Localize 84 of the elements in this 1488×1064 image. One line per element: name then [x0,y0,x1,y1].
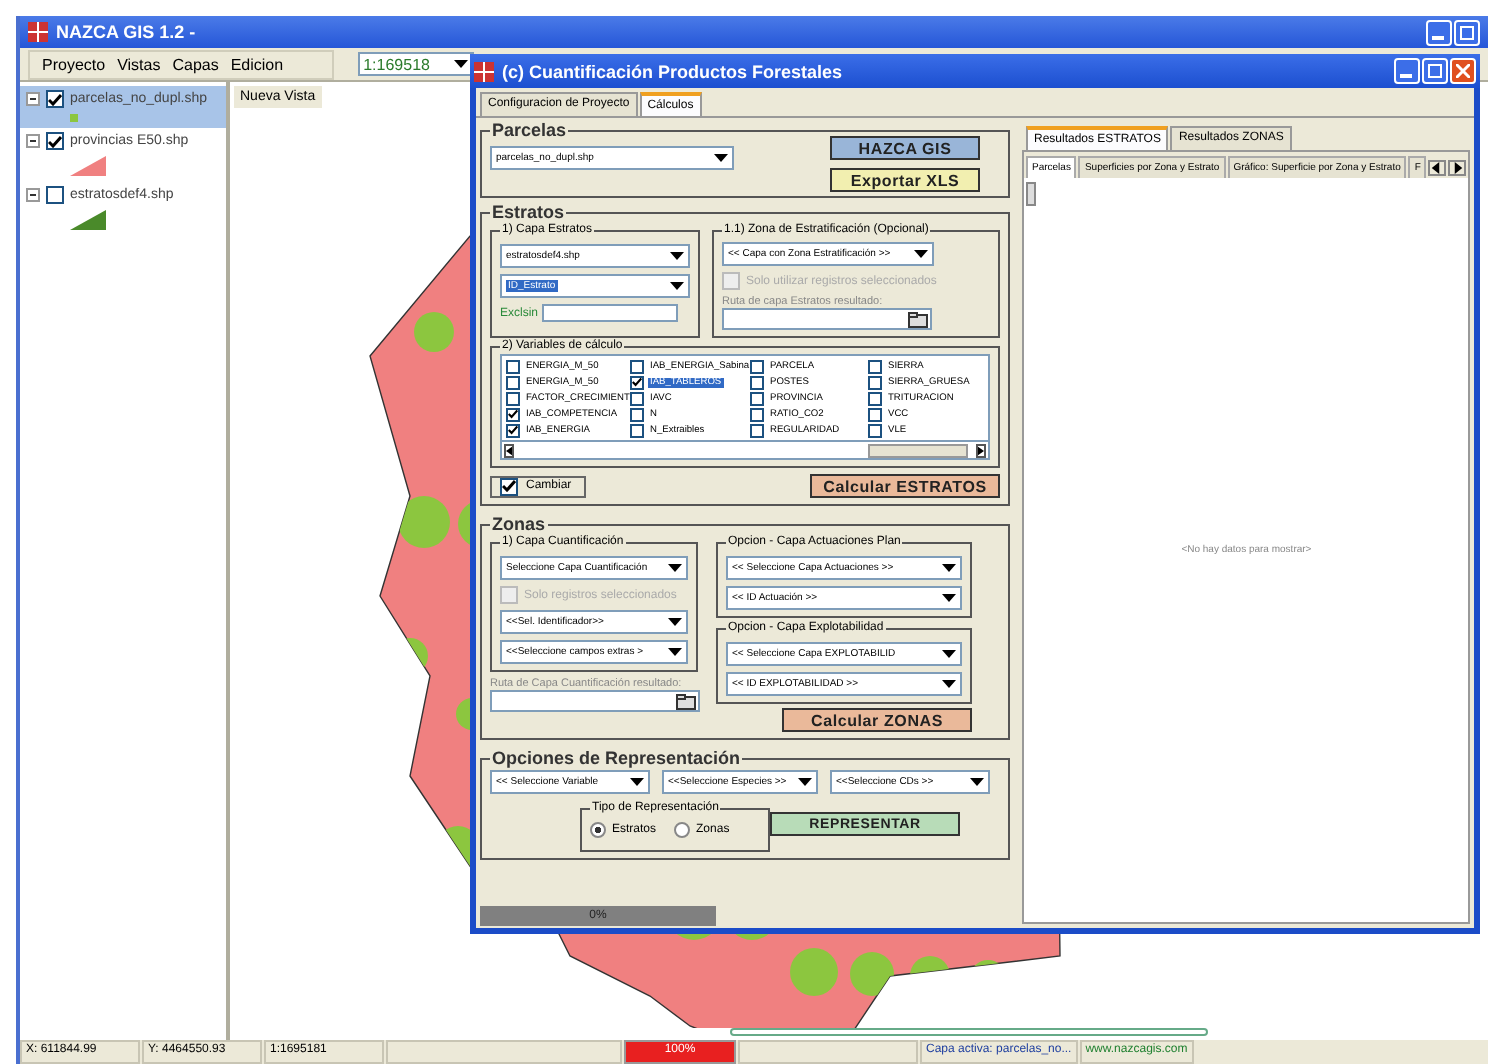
collapse-icon [26,92,40,106]
caret-icon [670,282,684,290]
scrollbar[interactable] [730,1028,1208,1036]
check-icon [502,480,516,492]
section-title: Estratos [490,202,567,222]
export-xls-button[interactable]: Exportar XLS [830,168,980,192]
checkbox[interactable] [750,423,764,437]
close-button[interactable] [1450,58,1476,84]
menu-item[interactable]: Vistas [117,55,161,73]
checkbox[interactable] [630,359,644,373]
calculate-button[interactable]: Calcular ESTRATOS [810,474,1000,498]
caret-icon [670,252,684,260]
hazca-gis-button[interactable]: HAZCA GIS [830,136,980,160]
check-icon [48,135,62,147]
caret-icon [668,618,682,626]
maximize-icon [1460,25,1474,39]
caret-icon [942,564,956,572]
app-icon [28,22,48,42]
app-icon [474,61,494,81]
caret-icon [942,594,956,602]
checkbox[interactable] [506,359,520,373]
check-icon [632,376,642,388]
checkbox[interactable] [46,132,64,150]
input-field[interactable] [722,308,932,330]
caret-icon [798,778,812,786]
checkbox[interactable] [868,375,882,389]
section-title: Parcelas [490,120,569,140]
checkbox[interactable] [500,477,518,495]
folder-icon [676,693,696,709]
minimize-button[interactable] [1394,58,1420,84]
section-title: Opciones de Representación [490,748,743,768]
caret-icon [914,250,928,258]
minimize-button[interactable] [1426,19,1452,45]
checkbox[interactable] [868,407,882,421]
checkbox[interactable] [630,423,644,437]
checkbox[interactable] [750,375,764,389]
calculate-button[interactable]: Calcular ZONAS [782,708,972,732]
caret-icon [970,778,984,786]
scrollbar[interactable] [1026,182,1036,206]
checkbox[interactable] [868,391,882,405]
caret-icon [668,648,682,656]
scroll-thumb[interactable] [868,443,968,457]
caret-icon [942,680,956,688]
input-field[interactable] [542,304,679,322]
dialog-title: (c) Cuantificación Productos Forestales [502,61,843,81]
caret-icon [668,564,682,572]
radio-button[interactable] [590,822,606,838]
checkbox[interactable] [868,359,882,373]
checkbox[interactable] [750,407,764,421]
menu-item[interactable]: Proyecto [42,55,106,73]
window-title: NAZCA GIS 1.2 - [56,22,196,42]
menu-item[interactable]: Edicion [230,55,284,73]
checkbox[interactable] [506,407,520,421]
input-field[interactable] [490,690,700,712]
arrow-right-icon [976,443,986,457]
checkbox[interactable] [506,423,520,437]
scrollbar[interactable] [500,442,990,460]
checkbox[interactable] [750,359,764,373]
checkbox[interactable] [630,407,644,421]
checkbox[interactable] [868,423,882,437]
checkbox[interactable] [506,375,520,389]
close-icon [1456,64,1470,78]
folder-icon [908,311,928,327]
maximize-icon [1428,64,1442,78]
checkbox[interactable] [46,90,64,108]
checkbox[interactable] [630,375,644,389]
checkbox[interactable] [750,391,764,405]
caret-icon [630,778,644,786]
menu-item[interactable]: Capas [172,55,219,73]
checkbox[interactable] [46,186,64,204]
caret-icon [453,60,468,68]
checkbox[interactable] [630,391,644,405]
section-title: Zonas [490,514,548,534]
maximize-button[interactable] [1454,19,1480,45]
maximize-button[interactable] [1422,58,1448,84]
caret-icon [942,650,956,658]
collapse-icon [26,188,40,202]
check-icon [48,93,62,105]
scale-dropdown[interactable]: 1:169518 [357,52,474,76]
checkbox[interactable] [506,391,520,405]
arrow-left-icon [504,443,514,457]
caret-icon [714,154,728,162]
radio-button[interactable] [674,822,691,838]
collapse-icon [26,134,40,148]
